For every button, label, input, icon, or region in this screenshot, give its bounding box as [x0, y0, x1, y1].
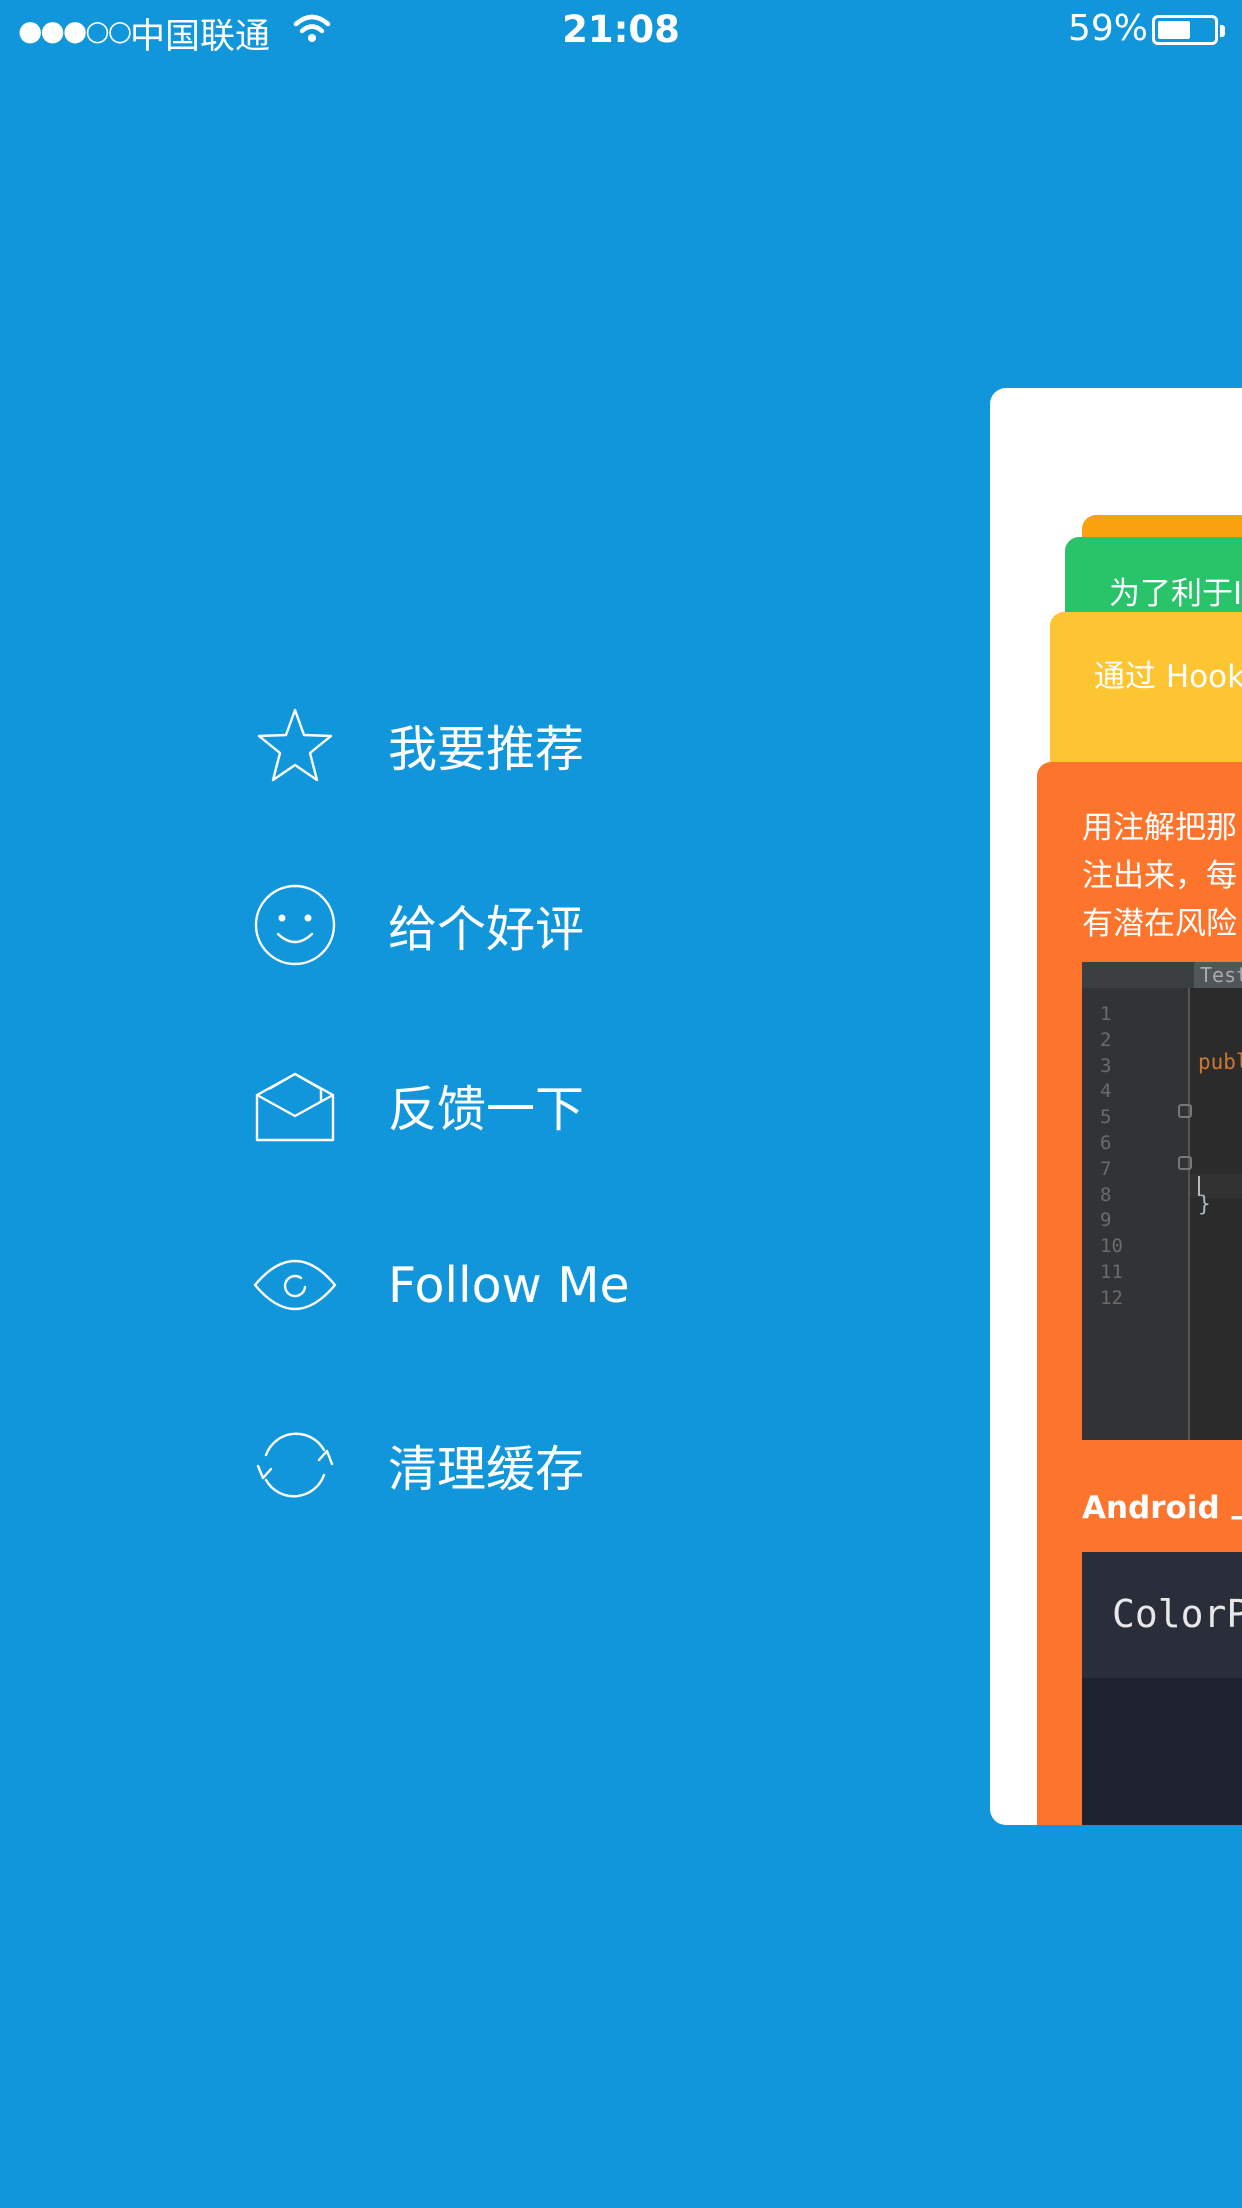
code-gutter: [1082, 988, 1190, 1440]
envelope-icon: [250, 1060, 340, 1150]
menu-item-label: 清理缓存: [388, 1440, 585, 1498]
menu-item-feedback[interactable]: 反馈一下: [250, 1055, 770, 1155]
eye-icon: [250, 1240, 340, 1330]
battery-icon: [1152, 15, 1218, 45]
star-icon: [250, 700, 340, 790]
smiley-icon: [250, 880, 340, 970]
code-screenshot: Test 1 2 3 4 5 6 7 8 9 10 11 12 publ }: [1082, 962, 1242, 1440]
card-line: 注出来，每: [1082, 858, 1237, 894]
battery-fill: [1158, 21, 1190, 39]
menu-item-label: 给个好评: [388, 900, 585, 958]
card-line: 用注解把那: [1082, 810, 1237, 846]
menu-item-rate[interactable]: 给个好评: [250, 875, 770, 975]
code-tab: Test: [1194, 962, 1242, 988]
fold-marker-icon: [1178, 1104, 1192, 1118]
screen: ●●●○○ 中国联通 21:08 59% 我要推荐 给个好评 反馈一下 Foll…: [0, 0, 1242, 2208]
card-line: 有潜在风险: [1082, 906, 1237, 942]
battery-percentage: 59%: [1068, 8, 1149, 49]
menu-item-label: 反馈一下: [388, 1080, 585, 1138]
main-content-preview[interactable]: 为了利于I 通过 Hook 用注解把那 注出来，每 有潜在风险 Test 1 2…: [990, 388, 1242, 1825]
colorpicker-screenshot: ColorP: [1082, 1552, 1242, 1825]
menu-item-label: Follow Me: [388, 1256, 630, 1314]
menu-item-recommend[interactable]: 我要推荐: [250, 695, 770, 795]
refresh-icon: [250, 1420, 340, 1510]
card-yellow[interactable]: 通过 Hook: [1050, 612, 1242, 762]
card-description: 用注解把那 注出来，每 有潜在风险: [1082, 804, 1237, 948]
fold-marker-icon: [1178, 1156, 1192, 1170]
status-bar: ●●●○○ 中国联通 21:08 59%: [0, 0, 1242, 62]
section-title: Android 上: [1082, 1490, 1242, 1526]
card-text: 通过 Hook: [1094, 659, 1242, 695]
menu-item-label: 我要推荐: [388, 720, 585, 778]
clock: 21:08: [562, 8, 680, 51]
card-main[interactable]: 用注解把那 注出来，每 有潜在风险 Test 1 2 3 4 5 6 7 8 9…: [1037, 762, 1242, 1825]
code-keyword: publ: [1198, 1050, 1242, 1074]
colorpicker-title: ColorP: [1112, 1592, 1242, 1636]
card-text: 为了利于I: [1109, 576, 1242, 612]
code-brace: }: [1198, 1192, 1211, 1216]
menu-item-follow[interactable]: Follow Me: [250, 1235, 770, 1335]
line-numbers: 1 2 3 4 5 6 7 8 9 10 11 12: [1100, 1003, 1123, 1309]
battery-tip: [1220, 25, 1225, 37]
menu-item-clear-cache[interactable]: 清理缓存: [250, 1415, 770, 1515]
